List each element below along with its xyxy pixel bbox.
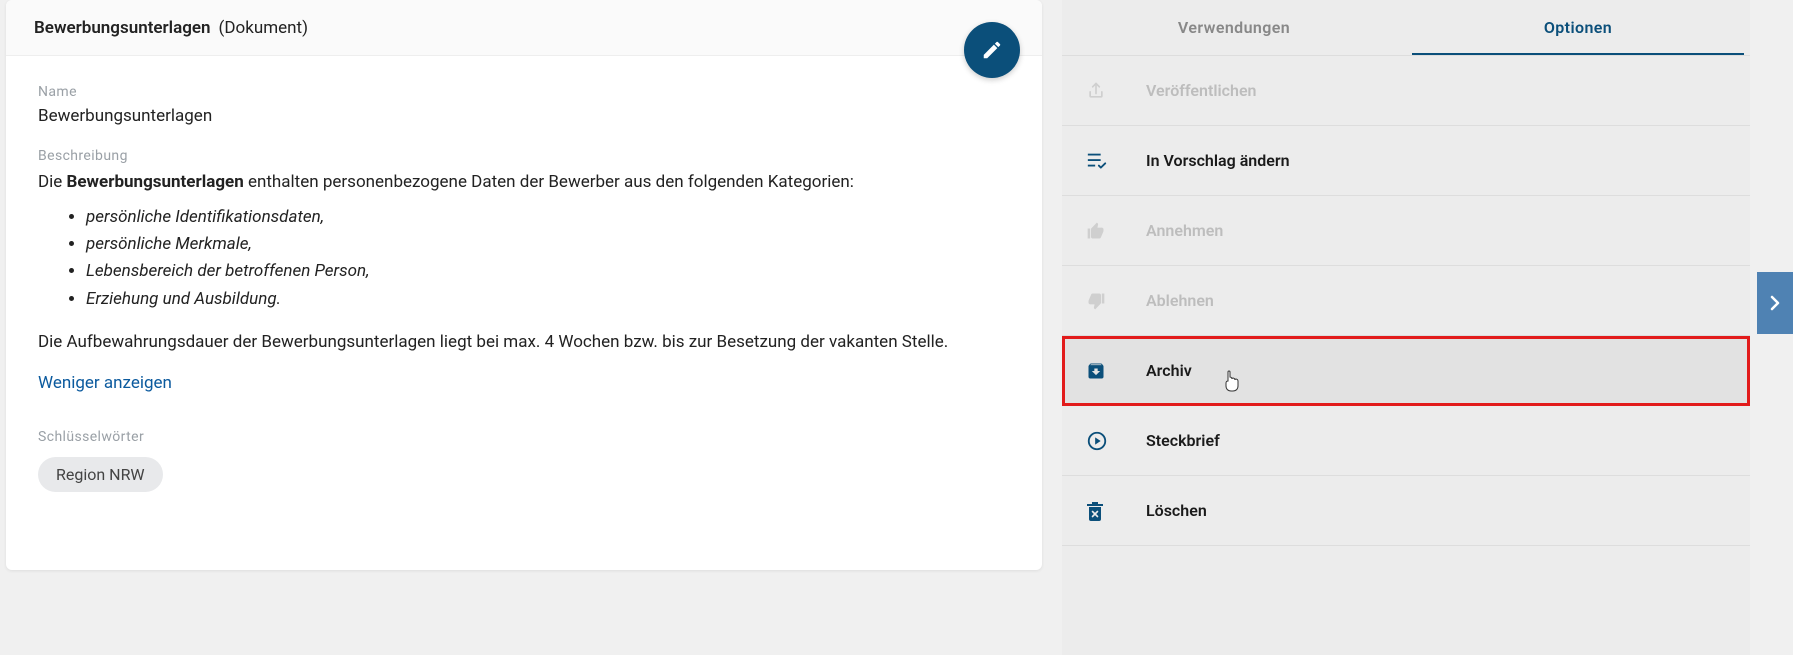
chevron-right-icon [1768,294,1782,312]
option-label: Annehmen [1146,221,1223,240]
list-item: Erziehung und Ausbildung. [86,286,1010,312]
side-tabs: Verwendungen Optionen [1062,0,1750,56]
description-intro-prefix: Die [38,172,67,192]
option-reject: Ablehnen [1062,266,1750,336]
collapse-side-panel-button[interactable] [1757,272,1793,334]
document-title: Bewerbungsunterlagen [34,18,211,38]
name-value: Bewerbungsunterlagen [38,106,1010,126]
side-panel: Verwendungen Optionen Veröffentlichen [1062,0,1750,655]
keyword-tag[interactable]: Region NRW [38,457,163,492]
option-label: Archiv [1146,361,1192,380]
pencil-icon [981,39,1003,61]
thumb-up-icon [1086,221,1146,241]
share-icon [1086,81,1146,101]
document-type: (Dokument) [219,18,308,38]
document-header: Bewerbungsunterlagen (Dokument) [6,0,1042,56]
option-label: Steckbrief [1146,431,1220,450]
description-paragraph2: Die Aufbewahrungsdauer der Bewerbungsunt… [38,330,1010,356]
description-label: Beschreibung [38,148,1010,164]
document-body: Name Bewerbungsunterlagen Beschreibung D… [6,56,1042,512]
option-accept: Annehmen [1062,196,1750,266]
option-label: Veröffentlichen [1146,81,1257,100]
option-label: In Vorschlag ändern [1146,151,1290,170]
thumb-down-icon [1086,291,1146,311]
cursor-icon [1222,370,1240,392]
option-label: Ablehnen [1146,291,1214,310]
options-list: Veröffentlichen In Vorschlag ändern Anne… [1062,56,1750,546]
option-archive[interactable]: Archiv [1062,336,1750,406]
edit-button[interactable] [964,22,1020,78]
option-profile[interactable]: Steckbrief [1062,406,1750,476]
list-check-icon [1086,151,1146,171]
option-delete[interactable]: Löschen [1062,476,1750,546]
description-intro-suffix: enthalten personenbezogene Daten der Bew… [244,172,854,192]
archive-icon [1086,361,1146,381]
tab-usages[interactable]: Verwendungen [1062,0,1406,55]
show-less-link[interactable]: Weniger anzeigen [38,373,172,393]
tab-options[interactable]: Optionen [1406,0,1750,55]
option-change-to-proposal[interactable]: In Vorschlag ändern [1062,126,1750,196]
trash-icon [1086,501,1146,521]
option-publish: Veröffentlichen [1062,56,1750,126]
option-label: Löschen [1146,501,1207,520]
keywords-label: Schlüsselwörter [38,429,1010,445]
name-label: Name [38,84,1010,100]
list-item: Lebensbereich der betroffenen Person, [86,258,1010,284]
list-item: persönliche Merkmale, [86,231,1010,257]
description-intro: Die Bewerbungsunterlagen enthalten perso… [38,170,1010,196]
description-list: persönliche Identifikationsdaten, persön… [86,204,1010,312]
document-detail-panel: Bewerbungsunterlagen (Dokument) Name Bew… [6,0,1042,570]
list-item: persönliche Identifikationsdaten, [86,204,1010,230]
description-intro-bold: Bewerbungsunterlagen [67,172,244,192]
play-circle-icon [1086,430,1146,452]
